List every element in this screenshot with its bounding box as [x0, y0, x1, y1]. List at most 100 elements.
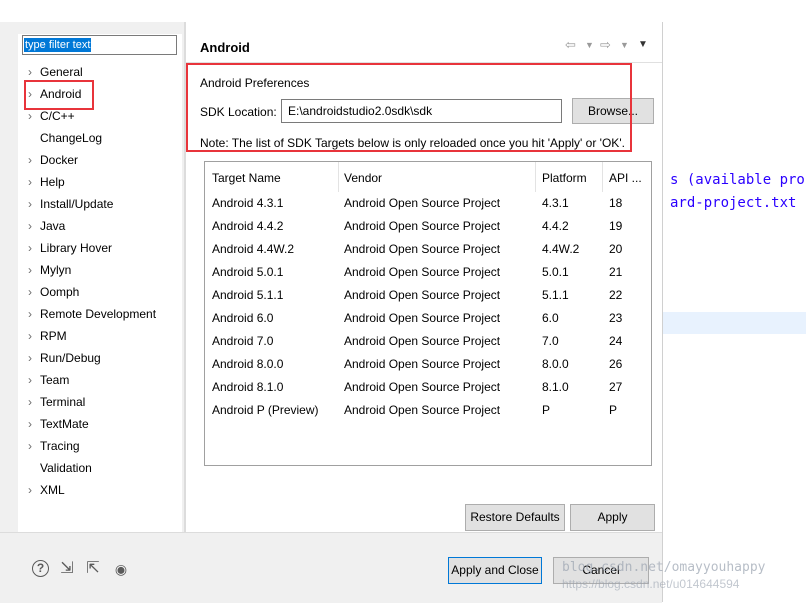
column-divider — [338, 162, 339, 192]
tree-item[interactable]: Validation — [28, 460, 92, 476]
tree-item[interactable]: ChangeLog — [28, 130, 102, 146]
tree-item-label: Mylyn — [40, 263, 72, 277]
table-cell: Android Open Source Project — [344, 311, 501, 325]
table-cell: Android 8.0.0 — [212, 357, 284, 371]
help-icon[interactable]: ? — [32, 560, 49, 577]
table-row[interactable]: Android 5.1.1 Android Open Source Project… — [205, 284, 651, 307]
table-row[interactable]: Android 8.1.0 Android Open Source Project… — [205, 376, 651, 399]
chevron-right-icon[interactable]: › — [28, 416, 40, 432]
tree-item[interactable]: › TextMate — [28, 416, 89, 432]
table-cell: Android Open Source Project — [344, 265, 501, 279]
tree-item[interactable]: › Mylyn — [28, 262, 71, 278]
chevron-right-icon[interactable]: › — [28, 218, 40, 234]
restore-defaults-button[interactable]: Restore Defaults — [465, 504, 565, 531]
tree-item[interactable]: › Oomph — [28, 284, 79, 300]
sdk-targets-table[interactable]: Target Name Vendor Platform API ... Andr… — [204, 161, 652, 466]
table-cell: 4.4W.2 — [542, 242, 580, 256]
apply-and-close-button[interactable]: Apply and Close — [448, 557, 542, 584]
chevron-right-icon[interactable]: › — [28, 482, 40, 498]
table-row[interactable]: Android 4.4W.2 Android Open Source Projec… — [205, 238, 651, 261]
column-header-platform[interactable]: Platform — [542, 168, 602, 188]
table-cell: Android Open Source Project — [344, 334, 501, 348]
oomph-record-icon[interactable]: ◉ — [112, 560, 130, 578]
chevron-right-icon[interactable]: › — [28, 196, 40, 212]
tree-item[interactable]: › Remote Development — [28, 306, 156, 322]
table-cell: 8.0.0 — [542, 357, 569, 371]
import-icon[interactable]: ⇲ — [58, 560, 76, 578]
tree-item[interactable]: › Tracing — [28, 438, 80, 454]
table-row[interactable]: Android 5.0.1 Android Open Source Project… — [205, 261, 651, 284]
tree-item-label: ChangeLog — [40, 131, 103, 145]
table-cell: 23 — [609, 311, 623, 325]
tree-item[interactable]: › RPM — [28, 328, 67, 344]
chevron-right-icon[interactable]: › — [28, 394, 40, 410]
chevron-right-icon[interactable]: › — [28, 174, 40, 190]
tree-item[interactable]: › Terminal — [28, 394, 85, 410]
table-cell: Android Open Source Project — [344, 357, 501, 371]
tree-item-label: Oomph — [40, 285, 80, 299]
back-dropdown-icon[interactable]: ▼ — [585, 40, 594, 50]
tree-item[interactable]: › Library Hover — [28, 240, 112, 256]
column-divider — [535, 162, 536, 192]
watermark-text: blog.csdn.net/omayyouhappy — [562, 560, 766, 575]
tree-item[interactable]: › Docker — [28, 152, 78, 168]
filter-text: type filter text — [24, 38, 92, 52]
table-cell: 5.1.1 — [542, 288, 569, 302]
table-cell: 5.0.1 — [542, 265, 569, 279]
tree-item-label: Team — [40, 373, 70, 387]
table-cell: 21 — [609, 265, 623, 279]
table-row[interactable]: Android 8.0.0 Android Open Source Project… — [205, 353, 651, 376]
chevron-right-icon[interactable]: › — [28, 108, 40, 124]
editor-line: ard-project.txt — [670, 195, 797, 211]
tree-item[interactable]: › C/C++ — [28, 108, 75, 124]
table-row[interactable]: Android 6.0 Android Open Source Project 6.… — [205, 307, 651, 330]
table-row[interactable]: Android 4.3.1 Android Open Source Project… — [205, 192, 651, 215]
tree-item-label: XML — [40, 483, 65, 497]
chevron-right-icon[interactable]: › — [28, 152, 40, 168]
android-item-highlight — [24, 80, 94, 110]
tree-item[interactable]: › General — [28, 64, 83, 80]
table-row[interactable]: Android P (Preview) Android Open Source P… — [205, 399, 651, 422]
table-row[interactable]: Android 4.4.2 Android Open Source Project… — [205, 215, 651, 238]
tree-item-label: Terminal — [40, 395, 86, 409]
tree-item[interactable]: › Help — [28, 174, 65, 190]
column-divider — [602, 162, 603, 192]
tree-item-label: Validation — [40, 461, 92, 475]
chevron-right-icon[interactable]: › — [28, 306, 40, 322]
table-cell: Android Open Source Project — [344, 403, 501, 417]
table-cell: 24 — [609, 334, 623, 348]
apply-button[interactable]: Apply — [570, 504, 655, 531]
chevron-right-icon[interactable]: › — [28, 438, 40, 454]
table-cell: 7.0 — [542, 334, 559, 348]
tree-item-label: RPM — [40, 329, 67, 343]
chevron-right-icon[interactable]: › — [28, 350, 40, 366]
forward-arrow-icon[interactable]: ⇨ — [600, 37, 611, 53]
tree-item[interactable]: › Install/Update — [28, 196, 113, 212]
sdk-location-highlight — [186, 63, 632, 152]
back-arrow-icon[interactable]: ⇦ — [565, 37, 576, 53]
chevron-right-icon[interactable]: › — [28, 240, 40, 256]
tree-item[interactable]: › Team — [28, 372, 69, 388]
tree-item[interactable]: › XML — [28, 482, 65, 498]
chevron-right-icon[interactable]: › — [28, 328, 40, 344]
view-menu-icon[interactable]: ▼ — [638, 39, 648, 50]
filter-input[interactable]: type filter text — [22, 35, 177, 55]
tree-item-label: Help — [40, 175, 65, 189]
column-header-api[interactable]: API ... — [609, 168, 647, 188]
forward-dropdown-icon[interactable]: ▼ — [620, 40, 629, 50]
chevron-right-icon[interactable]: › — [28, 64, 40, 80]
column-header-vendor[interactable]: Vendor — [344, 168, 524, 188]
column-header-target-name[interactable]: Target Name — [212, 168, 332, 188]
table-cell: P — [542, 403, 551, 417]
tree-item[interactable]: › Java — [28, 218, 65, 234]
export-icon[interactable]: ⇱ — [84, 560, 102, 578]
tree-item[interactable]: › Run/Debug — [28, 350, 101, 366]
chevron-right-icon[interactable]: › — [28, 284, 40, 300]
chevron-right-icon[interactable]: › — [28, 372, 40, 388]
table-row[interactable]: Android 7.0 Android Open Source Project 7.… — [205, 330, 651, 353]
table-cell: 22 — [609, 288, 623, 302]
chevron-right-icon[interactable]: › — [28, 262, 40, 278]
table-cell: P — [609, 403, 618, 417]
table-cell: 26 — [609, 357, 623, 371]
table-cell: Android 5.1.1 — [212, 288, 284, 302]
